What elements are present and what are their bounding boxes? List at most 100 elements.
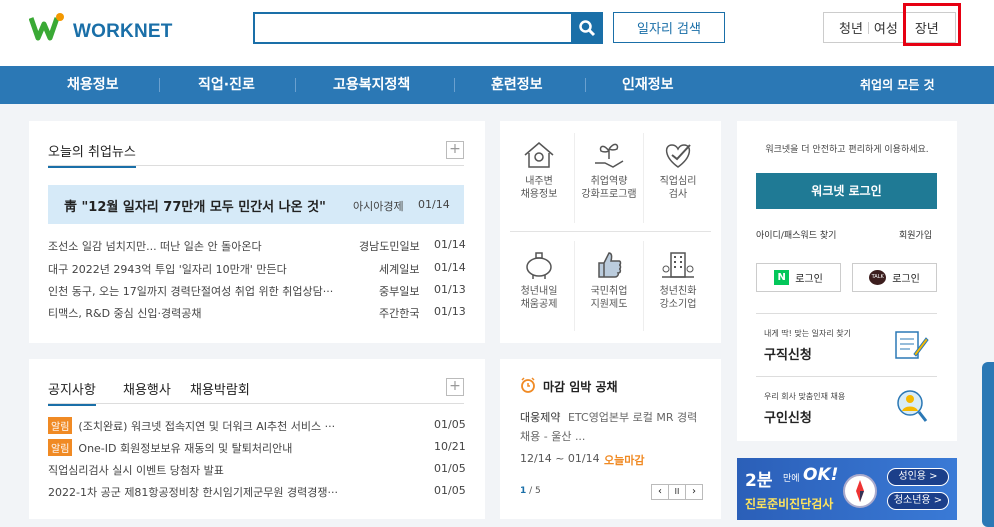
headline-date: 01/14	[418, 198, 450, 211]
page-total: / 5	[529, 486, 541, 496]
main-nav: 채용정보 직업·진로 고용복지정책 훈련정보 인재정보 취업의 모든 것	[0, 66, 994, 104]
divider	[756, 376, 937, 377]
banner-sub: 진로준비진단검사	[745, 497, 834, 511]
nav-divider	[454, 78, 455, 92]
banner-big: 2분	[745, 471, 773, 491]
join-link[interactable]: 회원가입	[899, 228, 932, 241]
house-map-icon	[524, 142, 554, 168]
notice-tag: 알림	[48, 417, 73, 434]
pause-button[interactable]: II	[669, 485, 686, 499]
quick-item-youth-savings[interactable]: 청년내일 채움공제	[504, 249, 574, 311]
notice-item[interactable]: 직업심리검사 실시 이벤트 당첨자 발표	[48, 462, 224, 478]
nav-item-talent[interactable]: 인재정보	[622, 66, 674, 104]
side-scroll-tab[interactable]	[982, 362, 994, 527]
login-panel: 워크넷을 더 안전하고 편리하게 이용하세요. 워크넷 로그인 아이디/패스워드…	[737, 121, 957, 441]
quick-label: 내주변 채용정보	[520, 176, 558, 200]
naver-label: 로그인	[795, 274, 823, 285]
quick-item-psych-test[interactable]: 직업심리 검사	[643, 139, 713, 201]
naver-icon: N	[774, 270, 790, 285]
search-box	[253, 12, 603, 44]
news-title: 오늘의 취업뉴스	[48, 141, 136, 168]
logo-text: WORKNET	[73, 21, 173, 42]
nav-item-jobs[interactable]: 채용정보	[67, 66, 119, 104]
talent-request-card[interactable]: 우리 회사 맞춤인재 채용 구인신청	[756, 379, 937, 436]
prev-button[interactable]: ‹	[652, 485, 669, 499]
sprout-hand-icon	[595, 143, 624, 168]
notice-item[interactable]: 2022-1차 공군 제81항공정비창 한시임기제군무원 경력경쟁···	[48, 484, 338, 500]
divider	[48, 165, 464, 166]
deadline-title: 마감 임박 공채	[543, 380, 618, 394]
notice-tag: 알림	[48, 439, 73, 456]
banner-youth-button[interactable]: 청소년용 >	[887, 492, 949, 510]
deadline-period: 12/14 ~ 01/14	[520, 452, 600, 465]
search-input[interactable]	[259, 18, 569, 38]
headline-source: 아시아경제	[353, 200, 404, 213]
naver-login-button[interactable]: N 로그인	[756, 263, 841, 292]
news-more-button[interactable]: +	[446, 141, 464, 159]
quick-item-national-support[interactable]: 국민취업 지원제도	[574, 249, 644, 311]
nav-divider	[159, 78, 160, 92]
nav-item-welfare[interactable]: 고용복지정책	[333, 66, 410, 104]
quick-menu: 내주변 채용정보 취업역량 강화프로그램 직업심리 검사 청년내일 채움공제 국…	[500, 121, 721, 343]
next-button[interactable]: ›	[686, 485, 702, 499]
job-request-sub: 내게 딱! 맞는 일자리 찾기	[764, 329, 851, 338]
login-button[interactable]: 워크넷 로그인	[756, 173, 937, 209]
seg-youth[interactable]: 청년	[839, 18, 863, 37]
piggy-bank-icon	[526, 252, 552, 279]
notice-date: 01/05	[434, 418, 466, 431]
seg-women[interactable]: 여성	[874, 18, 898, 37]
news-date: 01/14	[434, 238, 466, 251]
quick-item-program[interactable]: 취업역량 강화프로그램	[574, 139, 644, 201]
quick-label: 청년내일 채움공제	[520, 286, 558, 310]
quick-label: 국민취업 지원제도	[590, 286, 628, 310]
quick-label: 청년친화 강소기업	[659, 286, 697, 310]
document-pen-icon	[895, 331, 929, 359]
notice-panel: 공지사항 채용행사 채용박람회 + 알림 (조치완료) 워크넷 접속지연 및 더워…	[29, 359, 485, 519]
compass-icon	[843, 474, 877, 508]
thumbs-up-icon	[598, 252, 622, 278]
nav-item-career[interactable]: 직업·진로	[198, 66, 255, 104]
notice-item[interactable]: 알림 One-ID 회원정보보유 재동의 및 탈퇴처리안내	[48, 439, 292, 456]
login-notice: 워크넷을 더 안전하고 편리하게 이용하세요.	[765, 145, 929, 155]
career-test-banner[interactable]: 2분 만에 OK! 진로준비진단검사 성인용 > 청소년용 >	[737, 458, 957, 520]
banner-small: 만에	[783, 474, 800, 484]
news-item[interactable]: 티맥스, R&D 중심 신입·경력공채	[48, 305, 202, 321]
notice-item[interactable]: 알림 (조치완료) 워크넷 접속지연 및 더워크 AI추천 서비스 ···	[48, 417, 335, 434]
alarm-clock-icon	[521, 377, 535, 393]
nav-divider	[295, 78, 296, 92]
page-current: 1	[520, 486, 527, 496]
news-item[interactable]: 대구 2022년 2943억 투입 '일자리 10만개' 만든다	[48, 261, 287, 277]
talent-request-sub: 우리 회사 맞춤인재 채용	[764, 392, 846, 401]
news-item[interactable]: 조선소 일감 넘치지만... 떠난 일손 안 돌아온다	[48, 238, 262, 254]
banner-ok: OK!	[803, 465, 839, 485]
news-source: 중부일보	[379, 285, 420, 298]
kakao-login-button[interactable]: TALK 로그인	[852, 263, 937, 292]
news-headline[interactable]: 靑 "12월 일자리 77만개 모두 민간서 나온 것" 아시아경제 01/14	[48, 185, 464, 224]
notice-more-button[interactable]: +	[446, 378, 464, 396]
worknet-logo[interactable]: WORKNET	[29, 12, 172, 42]
tab-fairs[interactable]: 채용박람회	[190, 379, 250, 398]
quick-item-nearby-jobs[interactable]: 내주변 채용정보	[504, 139, 574, 201]
magnifier-person-icon	[897, 390, 928, 422]
talent-request-title: 구인신청	[764, 411, 812, 426]
search-icon	[579, 20, 596, 37]
news-source: 주간한국	[379, 307, 420, 320]
news-source: 경남도민일보	[359, 240, 420, 253]
pager-controls: ‹ II ›	[651, 484, 703, 500]
job-search-button[interactable]: 일자리 검색	[613, 12, 725, 43]
search-button[interactable]	[571, 12, 603, 44]
tab-events[interactable]: 채용행사	[123, 379, 171, 398]
deadline-status: 오늘마감	[604, 454, 645, 467]
tab-notice[interactable]: 공지사항	[48, 379, 96, 406]
banner-adult-button[interactable]: 성인용 >	[887, 468, 949, 486]
divider	[510, 231, 711, 232]
deadline-job[interactable]: 대웅제약 ETC영업본부 로컬 MR 경력 채용 - 울산 ...	[520, 408, 710, 446]
nav-all[interactable]: 취업의 모든 것	[860, 66, 935, 104]
job-request-card[interactable]: 내게 딱! 맞는 일자리 찾기 구직신청	[756, 316, 937, 373]
find-id-link[interactable]: 아이디/패스워드 찾기	[756, 228, 836, 241]
quick-label: 취업역량 강화프로그램	[581, 176, 637, 200]
nav-item-training[interactable]: 훈련정보	[491, 66, 543, 104]
quick-item-small-companies[interactable]: 청년친화 강소기업	[643, 249, 713, 311]
header: WORKNET 일자리 검색 청년 여성 장년	[0, 0, 994, 66]
news-item[interactable]: 인천 동구, 오는 17일까지 경력단절여성 취업 위한 취업상담···	[48, 283, 333, 299]
